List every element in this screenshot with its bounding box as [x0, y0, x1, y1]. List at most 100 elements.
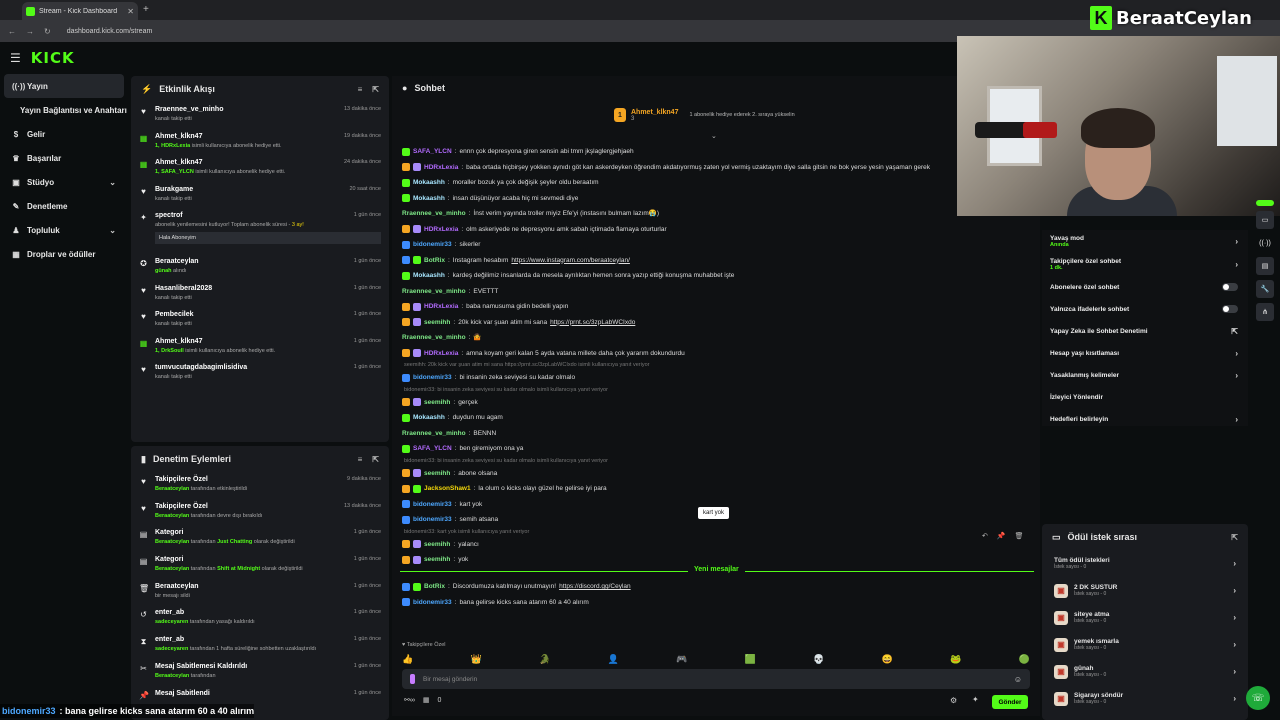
chat-username[interactable]: JacksonShaw1: [424, 481, 471, 497]
emote-icon[interactable]: 👑: [471, 654, 482, 665]
event-row[interactable]: ♥ tumvucutagdabagimlisidiva kanalı takip e…: [131, 360, 389, 387]
chat-username[interactable]: bidonemir33: [413, 512, 452, 528]
all-rewards-row[interactable]: Tüm ödül istekleri İstek sayısı - 0 ›: [1042, 550, 1248, 577]
chat-username[interactable]: BotRix: [424, 579, 445, 595]
chat-username[interactable]: bidonemir33: [413, 237, 452, 253]
layout-icon[interactable]: ▤: [1256, 257, 1274, 275]
chat-message[interactable]: seemihh: yalancı: [392, 537, 1040, 553]
chat-username[interactable]: Mokaashh: [413, 268, 445, 284]
chat-setting-row[interactable]: Hedefleri belirleyin ›: [1042, 408, 1248, 430]
toggle-switch[interactable]: [1222, 283, 1238, 291]
emote-icon[interactable]: 🐊: [539, 654, 550, 665]
chat-username[interactable]: Rraennee_ve_minho: [402, 330, 466, 346]
emote-icon[interactable]: 👤: [608, 654, 619, 665]
event-row[interactable]: ♥ Rraennee_ve_minho kanalı takip etti 13 da…: [131, 102, 389, 129]
reward-row[interactable]: ▣ Sigarayı söndür İstek sayısı - 0 ›: [1042, 685, 1248, 712]
reply-icon[interactable]: ↶: [982, 532, 988, 540]
tool-icon[interactable]: 🔧: [1256, 280, 1274, 298]
emote-icon[interactable]: 🟩: [745, 654, 756, 665]
broadcast-icon[interactable]: ((·)): [1256, 234, 1274, 252]
chat-username[interactable]: HDRxLexia: [424, 160, 458, 176]
gift-leaderboard[interactable]: 1 Ahmet_klkn47 3 1 abonelik hediye edere…: [614, 108, 795, 122]
sidebar-item[interactable]: ((·)) Yayın: [4, 74, 124, 98]
emote-icon[interactable]: 🐸: [950, 654, 961, 665]
chat-message[interactable]: Mokaashh: duydun mu agam: [392, 410, 1040, 426]
chat-message[interactable]: BotRix: Instagram hesabım https://www.ins…: [392, 253, 1040, 269]
menu-icon[interactable]: ☰: [10, 51, 21, 65]
sidebar-item[interactable]: ♛ Başarılar: [0, 146, 128, 170]
chat-message[interactable]: Rraennee_ve_minho: İnst verim yayında tro…: [392, 206, 1040, 222]
support-chat-button[interactable]: ☏: [1246, 686, 1270, 710]
back-icon[interactable]: ←: [8, 27, 16, 36]
chat-username[interactable]: Rraennee_ve_minho: [402, 284, 466, 300]
sidebar-item[interactable]: Yayın Bağlantısı ve Anahtarı: [0, 98, 128, 122]
emote-icon[interactable]: 👍: [402, 654, 413, 665]
event-row[interactable]: ▦ Ahmet_klkn47 1, HDRxLexia isimli kullanı…: [131, 129, 389, 156]
emote-icon[interactable]: 😄: [882, 654, 893, 665]
url-field[interactable]: dashboard.kick.com/stream: [67, 28, 153, 35]
event-row[interactable]: ▤ Kategori Beraatceylan tarafından Shift a…: [131, 552, 389, 579]
chat-username[interactable]: seemihh: [424, 552, 450, 568]
share-icon[interactable]: ⋔: [1256, 303, 1274, 321]
chat-message[interactable]: Mokaashh: insan düşünüyor acaba hiç mi se…: [392, 191, 1040, 207]
chat-message[interactable]: HDRxLexia: baba namusuma gidin bedelli ya…: [392, 299, 1040, 315]
event-row[interactable]: ♥ Takipçilere Özel Beraatceylan tarafından…: [131, 499, 389, 526]
pin-icon[interactable]: 📌: [997, 532, 1006, 540]
emoji-icon[interactable]: ☺: [1014, 675, 1022, 684]
chevron-down-icon[interactable]: ⌄: [109, 178, 116, 187]
event-row[interactable]: ✪ Beraatceylan günah alındı 1 gün önce: [131, 254, 389, 281]
new-tab-icon[interactable]: +: [143, 4, 149, 15]
chat-message[interactable]: seemihh: gerçek: [392, 395, 1040, 411]
forward-icon[interactable]: →: [26, 27, 34, 36]
emote-icon[interactable]: 🎮: [676, 654, 687, 665]
chat-setting-row[interactable]: Yapay Zeka ile Sohbet Denetimi ⇱: [1042, 320, 1248, 342]
chat-icon[interactable]: ▭: [1256, 211, 1274, 229]
chat-username[interactable]: Rraennee_ve_minho: [402, 206, 466, 222]
chat-message[interactable]: JacksonShaw1: la olum o kicks olayı güzel…: [392, 481, 1040, 497]
chat-link[interactable]: https://discord.gg/Ceylan: [559, 579, 631, 595]
chat-message[interactable]: HDRxLexia: amna koyam geri kalan 5 ayda v…: [392, 346, 1040, 362]
chat-username[interactable]: bidonemir33: [413, 497, 452, 513]
sidebar-item[interactable]: $ Gelir: [0, 122, 128, 146]
toggle-switch[interactable]: [1222, 305, 1238, 313]
send-button[interactable]: Gönder: [992, 695, 1028, 709]
chat-message[interactable]: Rraennee_ve_minho: 🤷: [392, 330, 1040, 346]
event-row[interactable]: ▦ Ahmet_klkn47 1, SAFA_YLCN isimli kullanı…: [131, 155, 389, 182]
chat-message[interactable]: Rraennee_ve_minho: BENNN: [392, 426, 1040, 442]
chat-message[interactable]: Mokaashh: kardeş değilimiz insanlarda da …: [392, 268, 1040, 284]
chat-setting-row[interactable]: Yalnızca ifadelerle sohbet: [1042, 298, 1248, 320]
event-row[interactable]: ♥ Burakgame kanalı takip etti 20 saat önce: [131, 182, 389, 209]
infinity-icon[interactable]: ⚯∞: [404, 696, 415, 704]
event-row[interactable]: 🗑 Beraatceylan bir mesajı sildi 1 gün önce: [131, 579, 389, 606]
chat-message[interactable]: bidonemir33: bana gelirse kicks sana atar…: [392, 595, 1040, 611]
sidebar-item[interactable]: ♟ Topluluk ⌄: [0, 218, 128, 242]
chat-message[interactable]: SAFA_YLCN: ben giremiyom ona ya: [392, 441, 1040, 457]
chat-message[interactable]: Rraennee_ve_minho: EVETTT: [392, 284, 1040, 300]
event-row[interactable]: ✂ Mesaj Sabitlemesi Kaldırıldı Beraatceyla…: [131, 659, 389, 686]
chat-message[interactable]: bidonemir33: sikerler: [392, 237, 1040, 253]
chat-setting-row[interactable]: Hesap yaşı kısıtlaması ›: [1042, 342, 1248, 364]
chat-username[interactable]: seemihh: [424, 537, 450, 553]
popout-icon[interactable]: ⇱: [1231, 533, 1238, 542]
close-tab-icon[interactable]: ✕: [127, 7, 134, 16]
expand-chevron-icon[interactable]: ⌄: [711, 132, 717, 140]
chat-setting-row[interactable]: Yasaklanmış kelimeler ›: [1042, 364, 1248, 386]
chat-setting-row[interactable]: Yavaş mod Anında ›: [1042, 230, 1248, 253]
chat-username[interactable]: Mokaashh: [413, 191, 445, 207]
sidebar-item[interactable]: ✎ Denetleme: [0, 194, 128, 218]
kick-logo[interactable]: KICK: [31, 49, 75, 67]
chat-message[interactable]: seemihh:20k kick var şuan atim mi sana h…: [392, 315, 1040, 331]
event-row[interactable]: ↺ enter_ab sadeceyaren tarafından yasağı k…: [131, 605, 389, 632]
filter-icon[interactable]: ≡: [358, 85, 363, 94]
green-tab-icon[interactable]: [1256, 200, 1274, 206]
chat-username[interactable]: seemihh: [424, 395, 450, 411]
chat-username[interactable]: seemihh: [424, 466, 450, 482]
chat-username[interactable]: bidonemir33: [413, 370, 452, 386]
chat-username[interactable]: SAFA_YLCN: [413, 144, 452, 160]
chat-username[interactable]: Mokaashh: [413, 175, 445, 191]
reload-icon[interactable]: ↻: [44, 27, 51, 36]
chat-setting-row[interactable]: İzleyici Yönlendir: [1042, 386, 1248, 408]
event-row[interactable]: ✦ spectrof abonelik yenilemesini kutluyor!…: [131, 208, 389, 254]
chat-message[interactable]: Mokaashh: moraller bozuk ya çok değişik ş…: [392, 175, 1040, 191]
reward-row[interactable]: ▣ siteye atma İstek sayısı - 0 ›: [1042, 604, 1248, 631]
